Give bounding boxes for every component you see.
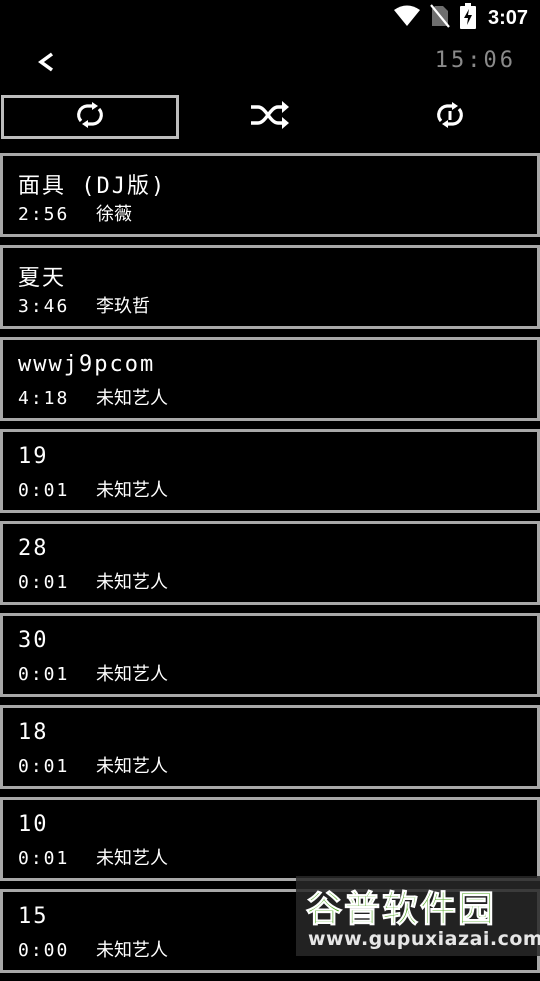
status-icons: 3:07: [393, 3, 528, 33]
song-meta: 0:00 未知艺人: [18, 936, 168, 962]
header: 15:06: [0, 36, 540, 92]
song-duration: 0:01: [18, 480, 70, 501]
song-meta: 0:01 未知艺人: [18, 752, 168, 778]
song-item[interactable]: 28 0:01 未知艺人: [0, 521, 540, 605]
song-duration: 4:18: [18, 388, 70, 409]
song-artist: 未知艺人: [96, 940, 168, 961]
back-button[interactable]: [26, 44, 66, 84]
song-title: 夏天: [18, 266, 67, 291]
song-artist: 未知艺人: [96, 572, 168, 593]
song-artist: 未知艺人: [96, 664, 168, 685]
song-artist: 未知艺人: [96, 848, 168, 869]
song-title: 15: [18, 904, 49, 929]
song-meta: 2:56 徐薇: [18, 200, 132, 226]
clock: 15:06: [434, 48, 516, 73]
song-duration: 0:01: [18, 572, 70, 593]
watermark-logo: 谷普软件园 www.gupuxiazai.com: [296, 876, 540, 956]
song-duration: 3:46: [18, 296, 70, 317]
repeat-all-icon: [73, 101, 107, 133]
song-meta: 0:01 未知艺人: [18, 476, 168, 502]
song-item[interactable]: 19 0:01 未知艺人: [0, 429, 540, 513]
song-meta: 0:01 未知艺人: [18, 844, 168, 870]
song-meta: 0:01 未知艺人: [18, 568, 168, 594]
song-title: wwwj9pcom: [18, 352, 156, 377]
song-artist: 未知艺人: [96, 480, 168, 501]
song-title: 18: [18, 720, 49, 745]
song-list: 面具 (DJ版) 2:56 徐薇 夏天 3:46 李玖哲 wwwj9pcom 4:1…: [0, 153, 540, 981]
song-artist: 李玖哲: [96, 296, 150, 317]
song-duration: 0:00: [18, 940, 70, 961]
song-artist: 未知艺人: [96, 388, 168, 409]
shuffle-button[interactable]: [181, 95, 359, 139]
song-title: 28: [18, 536, 49, 561]
repeat-all-button[interactable]: [1, 95, 179, 139]
wifi-icon: [393, 5, 420, 31]
song-duration: 0:01: [18, 848, 70, 869]
song-title: 19: [18, 444, 49, 469]
song-duration: 0:01: [18, 664, 70, 685]
song-item[interactable]: 18 0:01 未知艺人: [0, 705, 540, 789]
song-duration: 2:56: [18, 204, 70, 225]
song-meta: 4:18 未知艺人: [18, 384, 168, 410]
song-duration: 0:01: [18, 756, 70, 777]
song-meta: 0:01 未知艺人: [18, 660, 168, 686]
song-item[interactable]: wwwj9pcom 4:18 未知艺人: [0, 337, 540, 421]
chevron-left-icon: [36, 51, 56, 77]
repeat-one-icon: [433, 101, 467, 133]
song-item[interactable]: 夏天 3:46 李玖哲: [0, 245, 540, 329]
song-artist: 未知艺人: [96, 756, 168, 777]
song-title: 10: [18, 812, 49, 837]
watermark-url: www.gupuxiazai.com: [308, 928, 540, 950]
battery-charging-icon: [459, 3, 476, 33]
play-mode-bar: [0, 95, 540, 141]
no-sim-icon: [430, 4, 450, 32]
song-item[interactable]: 面具 (DJ版) 2:56 徐薇: [0, 153, 540, 237]
repeat-one-button[interactable]: [361, 95, 539, 139]
song-meta: 3:46 李玖哲: [18, 292, 150, 318]
song-artist: 徐薇: [96, 204, 132, 225]
song-item[interactable]: 30 0:01 未知艺人: [0, 613, 540, 697]
song-item[interactable]: 10 0:01 未知艺人: [0, 797, 540, 881]
shuffle-icon: [250, 100, 290, 134]
status-time: 3:07: [487, 6, 528, 29]
watermark-title: 谷普软件园: [305, 889, 497, 931]
status-bar: 3:07: [0, 0, 540, 36]
song-title: 面具 (DJ版): [18, 174, 167, 199]
song-title: 30: [18, 628, 49, 653]
